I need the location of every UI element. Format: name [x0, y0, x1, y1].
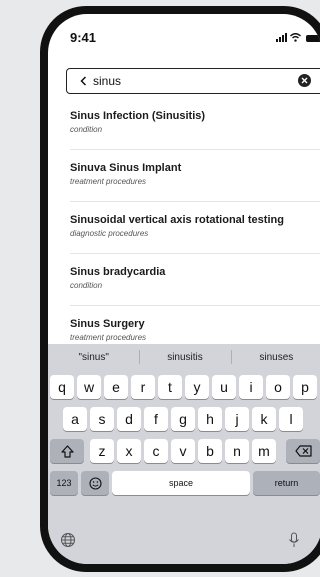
cellular-signal-icon: [276, 33, 287, 42]
result-category: treatment procedures: [70, 177, 147, 186]
result-category: treatment procedures: [70, 333, 147, 342]
result-name: Sinus bradycardia: [70, 266, 166, 278]
key-p[interactable]: p: [293, 375, 317, 399]
key-v[interactable]: v: [171, 439, 195, 463]
key-o[interactable]: o: [266, 375, 290, 399]
suggestion-item[interactable]: "sinus": [48, 344, 139, 370]
status-bar: 9:41: [48, 14, 320, 58]
key-l[interactable]: l: [279, 407, 303, 431]
list-item[interactable]: Sinus Infection (Sinusitis) condition: [48, 110, 320, 150]
key-q[interactable]: q: [50, 375, 74, 399]
key-m[interactable]: m: [252, 439, 276, 463]
result-name: Sinus Surgery: [70, 318, 145, 330]
key-j[interactable]: j: [225, 407, 249, 431]
divider: [70, 149, 320, 150]
search-input[interactable]: [93, 74, 283, 88]
clear-circle-icon[interactable]: [298, 74, 311, 87]
emoji-icon: [88, 476, 102, 490]
space-key[interactable]: space: [112, 471, 250, 495]
key-k[interactable]: k: [252, 407, 276, 431]
chevron-left-icon[interactable]: [76, 74, 90, 88]
emoji-key[interactable]: [81, 471, 109, 495]
microphone-icon[interactable]: [288, 532, 300, 548]
screen: 9:41 Si: [48, 14, 320, 564]
status-time: 9:41: [70, 30, 97, 45]
list-item[interactable]: Sinus bradycardia condition: [48, 266, 320, 306]
backspace-key[interactable]: [286, 439, 320, 463]
key-w[interactable]: w: [77, 375, 101, 399]
key-r[interactable]: r: [131, 375, 155, 399]
divider: [70, 305, 320, 306]
battery-icon: [306, 35, 320, 42]
divider: [70, 201, 320, 202]
suggestion-item[interactable]: sinusitis: [139, 344, 230, 370]
key-y[interactable]: y: [185, 375, 209, 399]
backspace-icon: [294, 445, 312, 457]
keyboard: "sinus" sinusitis sinuses q w e r t y u …: [48, 344, 320, 564]
key-d[interactable]: d: [117, 407, 141, 431]
suggestion-bar: "sinus" sinusitis sinuses: [48, 344, 320, 370]
result-name: Sinus Infection (Sinusitis): [70, 110, 206, 122]
list-item[interactable]: Sinusoidal vertical axis rotational test…: [48, 214, 320, 254]
shift-icon: [60, 444, 74, 458]
wifi-icon: [290, 33, 301, 42]
key-f[interactable]: f: [144, 407, 168, 431]
key-b[interactable]: b: [198, 439, 222, 463]
globe-icon[interactable]: [60, 532, 76, 548]
key-s[interactable]: s: [90, 407, 114, 431]
result-category: condition: [70, 125, 103, 134]
list-item[interactable]: Sinuva Sinus Implant treatment procedure…: [48, 162, 320, 202]
key-a[interactable]: a: [63, 407, 87, 431]
result-name: Sinuva Sinus Implant: [70, 162, 182, 174]
result-category: condition: [70, 281, 103, 290]
numbers-key[interactable]: 123: [50, 471, 78, 495]
key-x[interactable]: x: [117, 439, 141, 463]
key-z[interactable]: z: [90, 439, 114, 463]
divider: [70, 253, 320, 254]
key-h[interactable]: h: [198, 407, 222, 431]
shift-key[interactable]: [50, 439, 84, 463]
return-key[interactable]: return: [253, 471, 320, 495]
status-icons: [276, 33, 320, 42]
key-g[interactable]: g: [171, 407, 195, 431]
phone-frame: 9:41 Si: [40, 6, 320, 572]
key-t[interactable]: t: [158, 375, 182, 399]
key-e[interactable]: e: [104, 375, 128, 399]
suggestion-item[interactable]: sinuses: [230, 344, 320, 370]
key-i[interactable]: i: [239, 375, 263, 399]
search-bar: [66, 68, 320, 94]
key-n[interactable]: n: [225, 439, 249, 463]
key-c[interactable]: c: [144, 439, 168, 463]
key-u[interactable]: u: [212, 375, 236, 399]
result-name: Sinusoidal vertical axis rotational test…: [70, 214, 284, 226]
result-category: diagnostic procedures: [70, 229, 149, 238]
